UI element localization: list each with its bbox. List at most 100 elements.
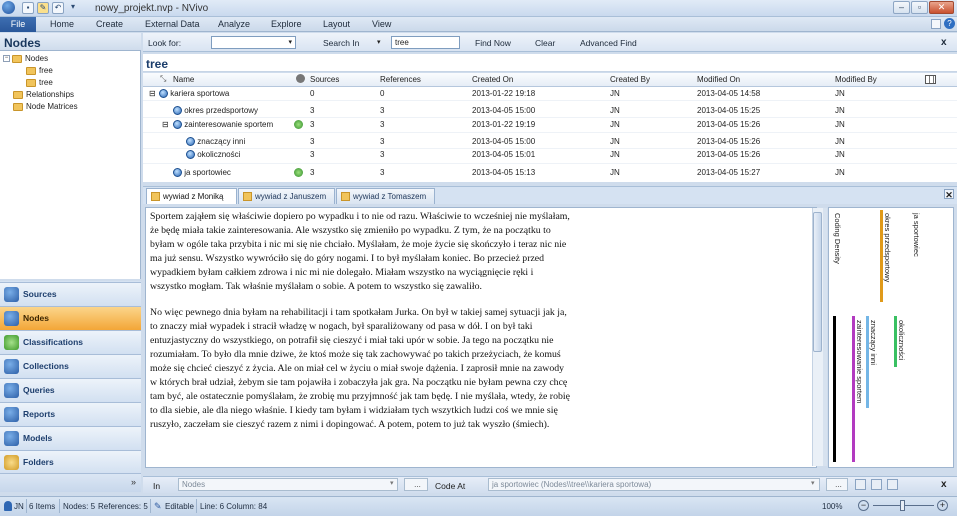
table-row[interactable]: ja sportowiec bbox=[173, 168, 231, 178]
stripe-label[interactable]: znaczący inni bbox=[869, 320, 878, 365]
chevron-down-icon[interactable]: ▾ bbox=[390, 479, 394, 487]
stripe-label[interactable]: zainteresowanie sportem bbox=[855, 320, 864, 403]
col-created-on[interactable]: Created On bbox=[472, 75, 513, 84]
ribbon-minimize-icon[interactable] bbox=[931, 19, 941, 29]
advanced-find-button[interactable]: Advanced Find bbox=[580, 38, 637, 48]
nodes-icon bbox=[4, 311, 19, 326]
menu-external-data[interactable]: External Data bbox=[145, 19, 200, 29]
help-icon[interactable]: ? bbox=[944, 18, 955, 29]
table-row[interactable]: okres przedsportowy bbox=[173, 106, 258, 116]
zoom-out-icon[interactable]: − bbox=[858, 500, 869, 511]
tab-wywiad-januszem[interactable]: wywiad z Januszem bbox=[238, 188, 335, 204]
look-for-input[interactable]: ▾ bbox=[211, 36, 296, 49]
clear-button[interactable]: Clear bbox=[535, 38, 555, 48]
collapse-icon[interactable]: ⊟ bbox=[149, 89, 156, 98]
column-chooser-icon[interactable] bbox=[925, 75, 936, 84]
restore-icon[interactable]: ▫ bbox=[911, 1, 928, 14]
row-modified-on: 2013-04-05 15:25 bbox=[697, 106, 761, 115]
search-in-label[interactable]: Search In bbox=[323, 38, 359, 48]
close-codebar-icon[interactable]: x bbox=[941, 479, 947, 490]
table-row[interactable]: okoliczności bbox=[186, 150, 240, 160]
tree-item-tree[interactable]: tree bbox=[26, 77, 53, 89]
tree-item-node-matrices[interactable]: Node Matrices bbox=[13, 101, 78, 113]
browse-code-at-button[interactable]: ... bbox=[826, 478, 848, 491]
menu-explore[interactable]: Explore bbox=[271, 19, 302, 29]
row-modified-by: JN bbox=[835, 168, 845, 177]
find-now-button[interactable]: Find Now bbox=[475, 38, 511, 48]
section-folders[interactable]: Folders bbox=[0, 450, 141, 474]
stripe-label[interactable]: ja sportowiec bbox=[912, 213, 921, 257]
col-created-by[interactable]: Created By bbox=[610, 75, 650, 84]
collapse-icon[interactable]: ⊟ bbox=[162, 120, 169, 129]
menu-home[interactable]: Home bbox=[50, 19, 74, 29]
zoom-in-icon[interactable]: + bbox=[937, 500, 948, 511]
close-find-icon[interactable]: x bbox=[941, 37, 947, 48]
paragraph[interactable]: No więc pewnego dnia byłam na rehabilita… bbox=[150, 306, 570, 433]
look-for-label: Look for: bbox=[148, 38, 182, 48]
customize-chevron-icon[interactable]: » bbox=[131, 477, 136, 487]
stripe-label[interactable]: okres przedsportowy bbox=[883, 213, 892, 282]
close-window-icon[interactable]: ✕ bbox=[929, 1, 954, 14]
col-name[interactable]: Name bbox=[173, 75, 194, 84]
search-in-field[interactable]: tree bbox=[391, 36, 460, 49]
tree-item-free[interactable]: free bbox=[26, 65, 53, 77]
folder-icon bbox=[26, 78, 36, 87]
search-in-chevron-icon[interactable]: ▾ bbox=[377, 38, 381, 46]
stripe-label[interactable]: okoliczności bbox=[897, 320, 906, 360]
nvivo-logo-icon[interactable] bbox=[2, 1, 15, 14]
table-row[interactable]: zainteresowanie sportem bbox=[173, 120, 273, 130]
tab-wywiad-tomaszem[interactable]: wywiad z Tomaszem bbox=[336, 188, 435, 204]
table-row[interactable]: kariera sportowa bbox=[159, 89, 229, 99]
section-collections[interactable]: Collections bbox=[0, 354, 141, 378]
save-icon[interactable]: ▪ bbox=[22, 2, 34, 14]
new-node-icon[interactable] bbox=[887, 479, 898, 490]
stripe-label[interactable]: Coding Density bbox=[833, 213, 842, 264]
minimize-icon[interactable]: – bbox=[893, 1, 910, 14]
section-models[interactable]: Models bbox=[0, 426, 141, 450]
table-row[interactable]: znaczący inni bbox=[186, 137, 245, 147]
section-reports[interactable]: Reports bbox=[0, 402, 141, 426]
menu-create[interactable]: Create bbox=[96, 19, 123, 29]
section-label: Nodes bbox=[23, 313, 49, 323]
section-nodes[interactable]: Nodes bbox=[0, 306, 141, 330]
paragraph[interactable]: Sportem zająłem się właściwie dopiero po… bbox=[150, 210, 570, 295]
tree-item-nodes[interactable]: − Nodes bbox=[3, 53, 48, 65]
code-at-select[interactable]: ja sportowiec (Nodes\\tree\\kariera spor… bbox=[488, 478, 820, 491]
menu-view[interactable]: View bbox=[372, 19, 391, 29]
section-queries[interactable]: Queries bbox=[0, 378, 141, 402]
collapse-icon[interactable]: − bbox=[3, 55, 10, 63]
zoom-slider-thumb[interactable] bbox=[900, 500, 905, 511]
edit-icon[interactable]: ✎ bbox=[37, 2, 49, 14]
col-sources[interactable]: Sources bbox=[310, 75, 339, 84]
section-sources[interactable]: Sources bbox=[0, 282, 141, 306]
coding-density-stripe[interactable] bbox=[833, 316, 836, 462]
models-icon bbox=[4, 431, 19, 446]
col-modified-on[interactable]: Modified On bbox=[697, 75, 740, 84]
section-classifications[interactable]: Classifications bbox=[0, 330, 141, 354]
node-icon bbox=[186, 150, 195, 160]
code-icon[interactable] bbox=[855, 479, 866, 490]
chevron-down-icon[interactable]: ▾ bbox=[811, 479, 815, 487]
row-name: ja sportowiec bbox=[184, 168, 231, 177]
uncode-icon[interactable] bbox=[871, 479, 882, 490]
undo-icon[interactable]: ↶ bbox=[52, 2, 64, 14]
file-menu[interactable]: File bbox=[0, 17, 36, 32]
col-references[interactable]: References bbox=[380, 75, 421, 84]
menu-layout[interactable]: Layout bbox=[323, 19, 350, 29]
splitter[interactable] bbox=[823, 208, 827, 466]
browse-in-button[interactable]: ... bbox=[404, 478, 428, 491]
col-modified-by[interactable]: Modified By bbox=[835, 75, 877, 84]
menu-analyze[interactable]: Analyze bbox=[218, 19, 250, 29]
tab-wywiad-monika[interactable]: wywiad z Moniką bbox=[146, 188, 237, 204]
in-select[interactable]: Nodes bbox=[178, 478, 398, 491]
document-text[interactable]: Sportem zająłem się właściwie dopiero po… bbox=[150, 210, 570, 443]
redo-icon[interactable]: ▾ bbox=[67, 2, 79, 14]
node-icon bbox=[159, 89, 168, 99]
row-modified-by: JN bbox=[835, 137, 845, 146]
chevron-down-icon[interactable]: ▾ bbox=[288, 37, 292, 48]
scrollbar-thumb[interactable] bbox=[813, 212, 822, 352]
close-tab-icon[interactable]: ✕ bbox=[944, 189, 954, 200]
row-sources: 3 bbox=[310, 168, 315, 177]
tree-item-relationships[interactable]: Relationships bbox=[13, 89, 74, 101]
row-references: 3 bbox=[380, 137, 385, 146]
